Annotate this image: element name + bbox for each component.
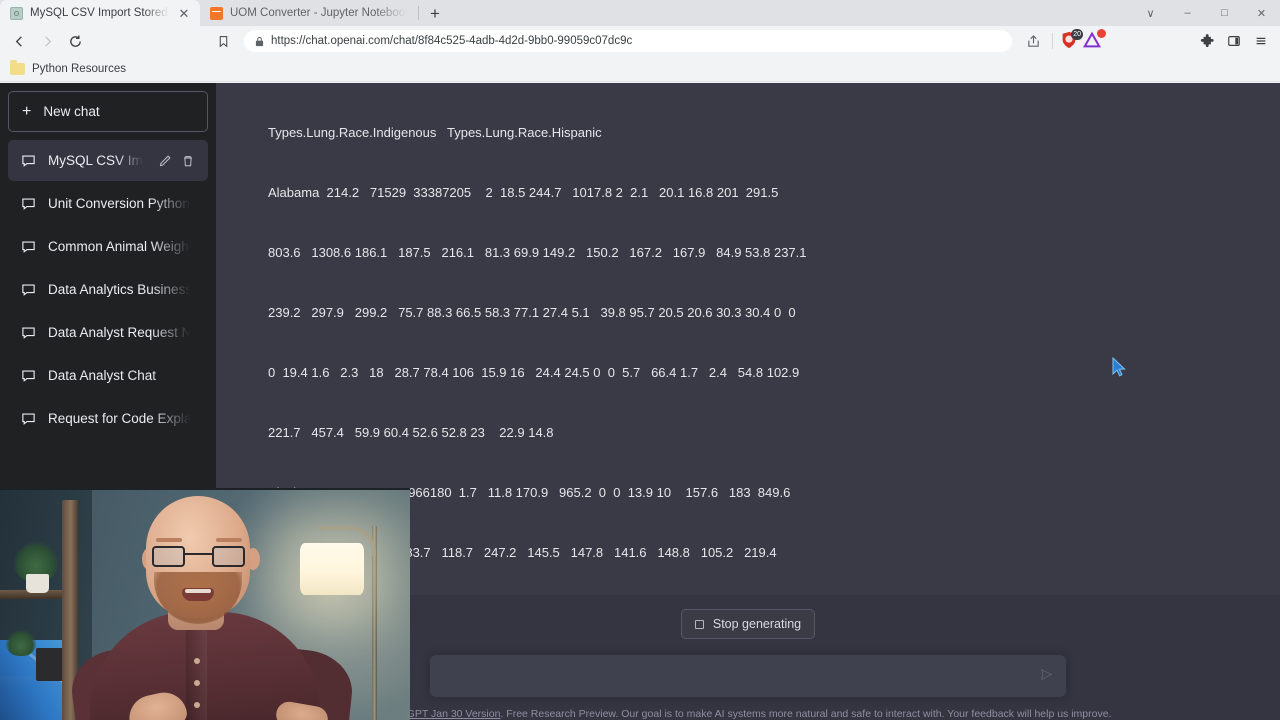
extensions-puzzle-icon[interactable] xyxy=(1194,28,1220,54)
sidebar-item-label: MySQL CSV Import Sto xyxy=(48,153,146,168)
tab-title: UOM Converter - Jupyter Notebook xyxy=(230,7,407,19)
new-chat-button[interactable]: + New chat xyxy=(8,91,208,132)
share-icon[interactable] xyxy=(1020,28,1046,54)
footer-text: . Free Research Preview. Our goal is to … xyxy=(500,708,1112,720)
chat-bubble-icon xyxy=(21,411,36,426)
mouse-cursor xyxy=(1112,356,1127,383)
forward-icon[interactable] xyxy=(34,28,60,54)
sidebar-item-common-animal-weights[interactable]: Common Animal Weights List xyxy=(8,226,208,267)
sidebar-item-unit-conversion[interactable]: Unit Conversion Python Code xyxy=(8,183,208,224)
webcam-glasses-bridge xyxy=(185,553,212,555)
new-chat-label: New chat xyxy=(43,104,100,119)
browser-window: MySQL CSV Import Stored Proce ✕ UOM Conv… xyxy=(0,0,1280,720)
dataset-row: 803.6 1308.6 186.1 187.5 216.1 81.3 69.9… xyxy=(268,245,807,260)
window-controls: ∨ – □ ✕ xyxy=(1132,0,1280,26)
chat-bubble-icon xyxy=(21,368,36,383)
close-tab-icon[interactable]: ✕ xyxy=(176,5,192,21)
tab-strip: MySQL CSV Import Stored Proce ✕ UOM Conv… xyxy=(0,0,1280,26)
browser-toolbar: https://chat.openai.com/chat/8f84c525-4a… xyxy=(0,26,1280,56)
chat-bubble-icon xyxy=(21,153,36,168)
dataset-row: Alabama 214.2 71529 33387205 2 18.5 244.… xyxy=(268,185,779,200)
webcam-plant-small xyxy=(6,630,36,656)
sidebar-item-label: Data Analyst Chat xyxy=(48,368,157,383)
chatgpt-favicon-icon xyxy=(10,6,23,20)
chat-input[interactable] xyxy=(430,655,1066,697)
chat-history-list: MySQL CSV Import Sto xyxy=(8,140,208,439)
dataset-row: Alaska 128.1 6361 4966180 1.7 11.8 170.9… xyxy=(268,485,791,500)
sidebar-item-label: Request for Code Explanation xyxy=(48,411,195,426)
chat-bubble-icon xyxy=(21,196,36,211)
sidebar-item-actions xyxy=(158,154,195,168)
sidebar-item-data-analyst-request[interactable]: Data Analyst Request No Data xyxy=(8,312,208,353)
toolbar-right-actions: 20 xyxy=(1020,28,1274,54)
tab-title: MySQL CSV Import Stored Proce xyxy=(30,7,169,19)
sidebar-item-label: Data Analytics Business Featur xyxy=(48,282,195,297)
plus-icon: + xyxy=(22,102,32,120)
new-tab-button[interactable]: + xyxy=(422,0,448,26)
extension-badge-dot xyxy=(1097,29,1106,38)
dataset-row: 239.2 297.9 299.2 75.7 88.3 66.5 58.3 77… xyxy=(268,305,796,320)
webcam-lamp-shade xyxy=(300,543,364,595)
webcam-person-mouth xyxy=(182,588,214,601)
webcam-glasses-lens-right xyxy=(212,546,245,567)
side-panel-icon[interactable] xyxy=(1221,28,1247,54)
webcam-glasses-lens-left xyxy=(152,546,185,567)
chat-bubble-icon xyxy=(21,239,36,254)
stop-square-icon xyxy=(694,619,704,629)
url-text: https://chat.openai.com/chat/8f84c525-4a… xyxy=(271,35,633,47)
webcam-person-eyebrow-right xyxy=(216,538,242,542)
lock-icon xyxy=(255,36,264,46)
sidebar-item-label: Unit Conversion Python Code xyxy=(48,196,195,211)
bookmark-this-page-icon[interactable] xyxy=(210,28,236,54)
send-icon[interactable] xyxy=(1040,668,1053,686)
webcam-shirt-button xyxy=(194,702,200,708)
stop-generating-label: Stop generating xyxy=(712,617,802,631)
bookmarks-bar: Python Resources xyxy=(0,56,1280,82)
dataset-row: 1086.4 168.2 170.2 183.7 118.7 247.2 145… xyxy=(268,545,777,560)
sidebar-item-data-analyst-chat[interactable]: Data Analyst Chat xyxy=(8,355,208,396)
jupyter-favicon-icon xyxy=(210,6,223,20)
stop-generating-button[interactable]: Stop generating xyxy=(680,609,816,639)
sidebar-item-label: Data Analyst Request No Data xyxy=(48,325,195,340)
pencil-icon[interactable] xyxy=(158,154,172,168)
close-window-icon[interactable]: ✕ xyxy=(1243,0,1280,26)
sidebar-item-mysql-csv-import[interactable]: MySQL CSV Import Sto xyxy=(8,140,208,181)
trash-icon[interactable] xyxy=(181,154,195,168)
webcam-video-overlay xyxy=(0,488,410,720)
folder-icon xyxy=(10,60,25,75)
browser-tab-inactive[interactable]: UOM Converter - Jupyter Notebook xyxy=(200,0,415,26)
tab-search-chevron-down-icon[interactable]: ∨ xyxy=(1132,0,1169,26)
chat-bubble-icon xyxy=(21,325,36,340)
triangle-extension-icon[interactable] xyxy=(1082,29,1106,52)
browser-menu-icon[interactable] xyxy=(1248,28,1274,54)
dataset-header-row: Types.Lung.Race.Indigenous Types.Lung.Ra… xyxy=(268,125,602,140)
address-bar[interactable]: https://chat.openai.com/chat/8f84c525-4a… xyxy=(244,30,1012,52)
dataset-row: 0 19.4 1.6 2.3 18 28.7 78.4 106 15.9 16 … xyxy=(268,365,800,380)
webcam-plant-pot xyxy=(26,574,49,593)
maximize-icon[interactable]: □ xyxy=(1206,0,1243,26)
dataset-row: 221.7 457.4 59.9 60.4 52.6 52.8 23 22.9 … xyxy=(268,425,554,440)
sidebar-item-request-code-explanation[interactable]: Request for Code Explanation xyxy=(8,398,208,439)
tab-divider xyxy=(418,6,419,20)
browser-tab-active[interactable]: MySQL CSV Import Stored Proce ✕ xyxy=(0,0,200,26)
webcam-shirt-button xyxy=(194,658,200,664)
minimize-icon[interactable]: – xyxy=(1169,0,1206,26)
sidebar-item-label: Common Animal Weights List xyxy=(48,239,195,254)
chat-bubble-icon xyxy=(21,282,36,297)
reload-icon[interactable] xyxy=(62,28,88,54)
shield-extension-icon[interactable]: 20 xyxy=(1059,29,1083,52)
toolbar-divider xyxy=(1052,33,1053,49)
webcam-shirt-button xyxy=(194,680,200,686)
sidebar-item-data-analytics-business[interactable]: Data Analytics Business Featur xyxy=(8,269,208,310)
webcam-person-eyebrow-left xyxy=(156,538,182,542)
back-icon[interactable] xyxy=(6,28,32,54)
bookmark-item-label[interactable]: Python Resources xyxy=(32,63,126,75)
